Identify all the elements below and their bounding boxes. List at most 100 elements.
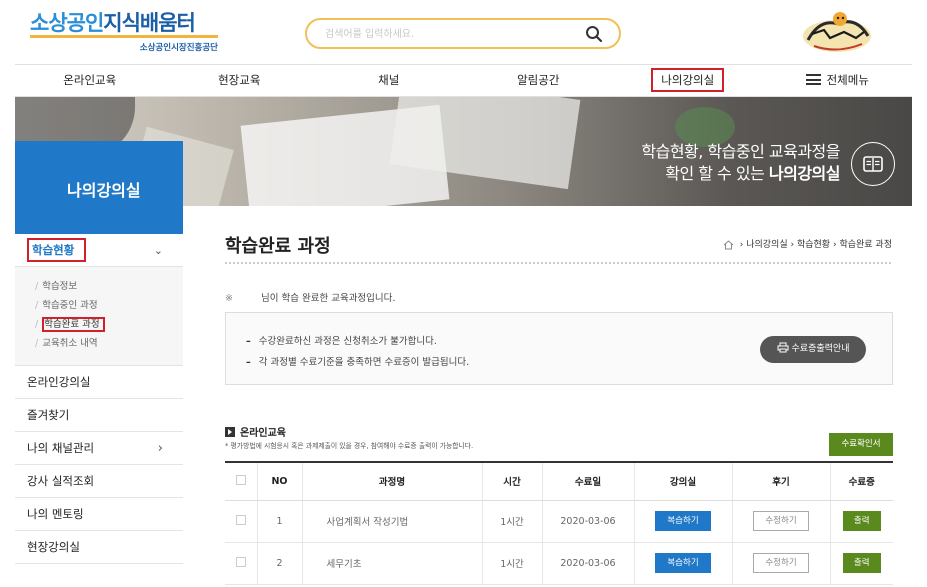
sidebar-item-field-classroom[interactable]: 현장강의실 [15, 531, 183, 564]
breadcrumb-separator: › [790, 240, 795, 250]
logo-text: 소상공인지식배움터 [30, 10, 220, 36]
search-icon[interactable] [585, 25, 603, 43]
certificate-cell: 출력 [829, 542, 893, 585]
review-button[interactable]: 복습하기 [655, 553, 711, 573]
course-time: 1시간 [481, 542, 542, 585]
course-time: 1시간 [481, 500, 542, 543]
row-checkbox[interactable] [235, 556, 246, 567]
course-name[interactable]: 세무기초 [301, 542, 482, 585]
column-header: 강의실 [633, 461, 732, 501]
column-header: 시간 [481, 461, 542, 501]
certificate-guide-button[interactable]: 수료증출력안내 [760, 336, 866, 363]
edit-review-button[interactable]: 수정하기 [753, 553, 809, 573]
completion-date: 2020-03-06 [541, 500, 634, 543]
classroom-cell: 복습하기 [633, 542, 732, 585]
info-line: 수강완료하신 과정은 신청취소가 불가합니다. [246, 333, 437, 347]
column-header: NO [256, 461, 302, 501]
breadcrumb-item[interactable]: 학습현황 [797, 240, 830, 250]
nav-label: 채널 [378, 73, 400, 87]
table-header-row: NO 과정명 시간 수료일 강의실 후기 수료증 [225, 461, 893, 501]
sidebar-title: 나의강의실 [15, 141, 183, 234]
sidebar-sub-in-progress[interactable]: 학습중인 과정 [35, 296, 183, 315]
edit-review-button[interactable]: 수정하기 [753, 511, 809, 531]
sidebar-sub-completed[interactable]: 학습완료 과정 [35, 315, 183, 334]
nav-label: 온라인교육 [63, 73, 117, 87]
select-all-cell [225, 461, 257, 501]
button-label: 수료증출력안내 [791, 344, 850, 354]
nav-notice-space[interactable]: 알림공간 [464, 65, 614, 96]
logo-underline [30, 35, 218, 38]
row-select-cell [225, 542, 257, 585]
sidebar-item-label: 학습현황 [27, 238, 87, 262]
completion-confirm-button[interactable]: 수료확인서 [829, 433, 893, 456]
sidebar-sub-learning-info[interactable]: 학습정보 [35, 277, 183, 296]
sidebar-submenu: 학습정보 학습중인 과정 학습완료 과정 교육취소 내역 [15, 267, 183, 366]
info-line: 각 과정별 수료기준을 충족하면 수료증이 발급됩니다. [246, 354, 469, 368]
sidebar-menu: 학습현황 ⌄ 학습정보 학습중인 과정 학습완료 과정 교육취소 내역 온라인강… [15, 234, 183, 564]
sidebar-item-learning-status[interactable]: 학습현황 ⌄ [15, 234, 183, 267]
banner-line2-bold: 나의강의실 [768, 164, 841, 183]
site-logo[interactable]: 소상공인지식배움터 소상공인시장진흥공단 [30, 10, 220, 56]
banner-text: 학습현황, 학습중인 교육과정을 확인 할 수 있는 나의강의실 [641, 141, 840, 185]
search-bar [305, 18, 621, 49]
row-no: 1 [256, 500, 302, 543]
breadcrumb-item: 학습완료 과정 [839, 240, 892, 250]
chevron-down-icon: ⌄ [153, 244, 163, 257]
title-divider [225, 262, 893, 264]
notice-mark: ※ [225, 293, 233, 304]
nav-online-education[interactable]: 온라인교육 [15, 65, 165, 96]
main-nav: 온라인교육 현장교육 채널 알림공간 나의강의실 전체메뉴 [15, 64, 912, 97]
sidebar-item-favorites[interactable]: 즐겨찾기 [15, 399, 183, 432]
breadcrumb-separator: › [832, 240, 837, 250]
table-row: 2 세무기초 1시간 2020-03-06 복습하기 수정하기 출력 [225, 542, 893, 585]
banner-line1: 학습현황, 학습중인 교육과정을 [641, 142, 840, 161]
book-icon [851, 142, 895, 186]
logo-subtitle: 소상공인시장진흥공단 [139, 43, 218, 53]
nav-field-education[interactable]: 현장교육 [165, 65, 315, 96]
nav-label: 전체메뉴 [826, 73, 869, 87]
sidebar-sub-cancelled[interactable]: 교육취소 내역 [35, 334, 183, 353]
row-no: 2 [256, 542, 302, 585]
play-square-icon [225, 427, 235, 437]
section-note: * 평가방법에 시험응시 혹은 과제제출이 있을 경우, 참여해야 수료증 출력… [225, 442, 474, 450]
column-header: 과정명 [301, 461, 482, 501]
nav-label: 알림공간 [517, 73, 560, 87]
printer-icon [777, 342, 789, 353]
nav-channel[interactable]: 채널 [314, 65, 464, 96]
row-checkbox[interactable] [235, 514, 246, 525]
print-certificate-button[interactable]: 출력 [842, 511, 881, 531]
sidebar-item-my-mentoring[interactable]: 나의 멘토링 [15, 498, 183, 531]
completion-date: 2020-03-06 [541, 542, 634, 585]
feedback-cell: 수정하기 [731, 500, 830, 543]
select-all-checkbox[interactable] [235, 474, 246, 485]
banner-line2: 확인 할 수 있는 나의강의실 [641, 163, 840, 185]
row-select-cell [225, 500, 257, 543]
print-certificate-button[interactable]: 출력 [842, 553, 881, 573]
mascot-logo-icon [803, 12, 871, 52]
page-title: 학습완료 과정 [225, 236, 331, 257]
nav-label: 현장교육 [218, 73, 261, 87]
sidebar-item-label: 나의 채널관리 [27, 441, 95, 455]
nav-all-menu[interactable]: 전체메뉴 [763, 65, 913, 96]
notice-text: 님이 학습 완료한 교육과정입니다. [260, 293, 396, 304]
search-input[interactable] [325, 26, 575, 42]
review-button[interactable]: 복습하기 [655, 511, 711, 531]
sidebar-item-instructor-record[interactable]: 강사 실적조회 [15, 465, 183, 498]
banner-line2-prefix: 확인 할 수 있는 [665, 164, 769, 183]
home-icon[interactable] [723, 239, 734, 250]
column-header: 수료증 [829, 461, 893, 501]
breadcrumb-item[interactable]: 나의강의실 [746, 240, 787, 250]
section-title-text: 온라인교육 [240, 428, 286, 439]
table-row: 1 사업계획서 작성기법 1시간 2020-03-06 복습하기 수정하기 출력 [225, 500, 893, 543]
sidebar-item-online-classroom[interactable]: 온라인강의실 [15, 366, 183, 399]
sidebar-item-my-channel[interactable]: 나의 채널관리 › [15, 432, 183, 465]
nav-label: 나의강의실 [651, 68, 725, 92]
info-box: 수강완료하신 과정은 신청취소가 불가합니다. 각 과정별 수료기준을 충족하면… [225, 312, 893, 385]
course-name[interactable]: 사업계획서 작성기법 [301, 500, 482, 543]
classroom-cell: 복습하기 [633, 500, 732, 543]
section-title: 온라인교육 [225, 424, 286, 439]
nav-my-classroom[interactable]: 나의강의실 [613, 65, 763, 96]
column-header: 수료일 [541, 461, 634, 501]
hamburger-icon [805, 74, 821, 85]
completion-notice: ※ 님이 학습 완료한 교육과정입니다. [225, 290, 395, 304]
